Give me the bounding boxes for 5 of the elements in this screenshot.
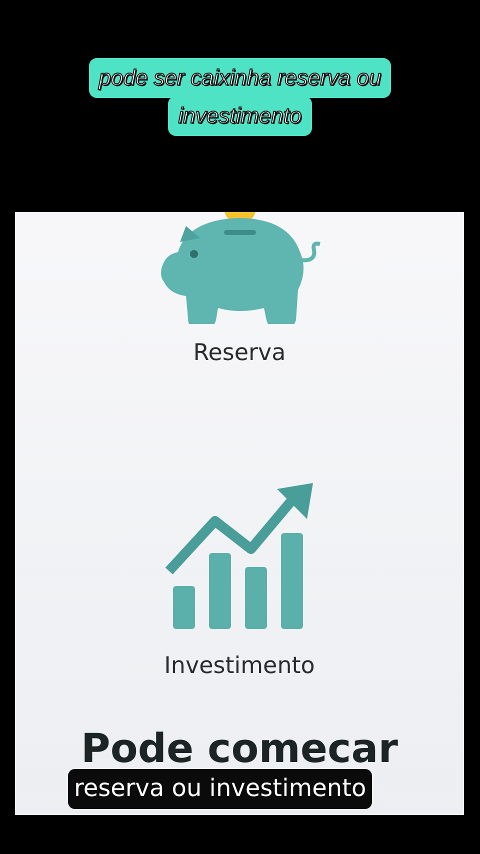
growth-chart-icon [164, 480, 314, 630]
option-label: Reserva [193, 339, 286, 368]
subtitle: reserva ou investimento [68, 769, 372, 809]
option-label: Investimento [164, 652, 315, 680]
heading: Pode comecar [81, 729, 398, 769]
